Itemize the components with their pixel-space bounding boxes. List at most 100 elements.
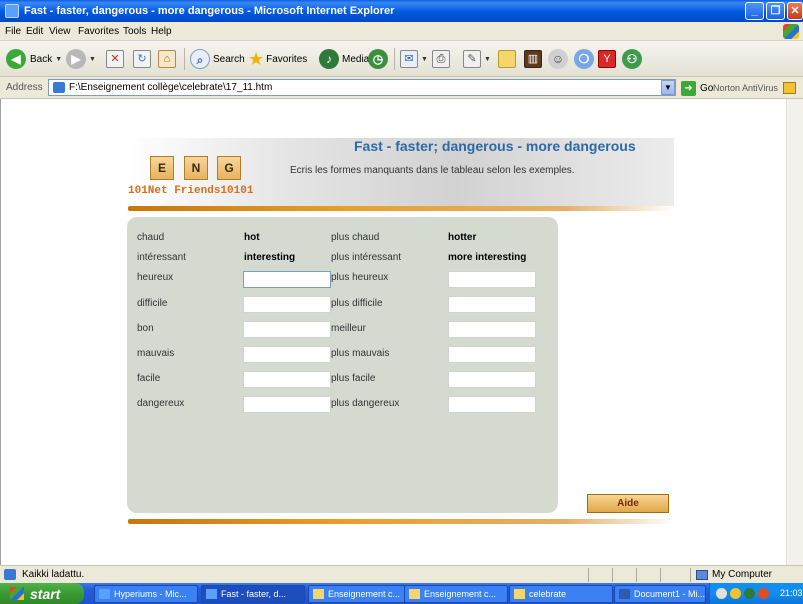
footer-divider — [128, 519, 674, 524]
go-button[interactable]: ➜ Go — [681, 80, 713, 96]
taskbar-item[interactable]: Enseignement c... — [308, 585, 412, 603]
example-en-comp: hotter — [448, 232, 477, 243]
answer-input-adjective[interactable] — [243, 371, 331, 388]
favorites-button[interactable]: ★ Favorites — [248, 48, 307, 70]
chevron-down-icon: ▼ — [89, 55, 96, 63]
taskbar-item-label: Hyperiums - Mic... — [114, 589, 187, 599]
tray-network-icon[interactable] — [744, 588, 755, 599]
messenger-button[interactable]: ☺ — [548, 48, 568, 70]
close-button[interactable]: ✕ — [787, 2, 803, 20]
row-fr: facile — [137, 373, 161, 384]
chevron-down-icon: ▼ — [421, 55, 428, 63]
example-en: hot — [244, 232, 260, 243]
norton-shield-icon — [782, 82, 796, 94]
edit-page-button[interactable]: ✎ ▼ — [463, 48, 491, 70]
answer-input-comparative[interactable] — [448, 346, 536, 363]
status-divider — [588, 568, 589, 582]
taskbar-item[interactable]: Enseignement c... — [404, 585, 508, 603]
chevron-down-icon: ▼ — [484, 55, 491, 63]
go-label: Go — [700, 82, 714, 94]
taskbar-item-label: Enseignement c... — [424, 589, 497, 599]
answer-input-comparative[interactable] — [448, 296, 536, 313]
menu-help[interactable]: Help — [151, 26, 172, 37]
tray-messenger-icon[interactable] — [758, 588, 769, 599]
address-input[interactable]: F:\Enseignement collège\celebrate\17_11.… — [48, 79, 676, 96]
mail-button[interactable]: ✉ ▼ — [400, 48, 428, 70]
menu-file[interactable]: File — [5, 26, 21, 37]
go-arrow-icon: ➜ — [681, 80, 696, 96]
folder-icon — [313, 589, 324, 599]
answer-input-adjective[interactable] — [243, 271, 331, 288]
menu-view[interactable]: View — [49, 26, 71, 37]
maximize-button[interactable]: ❐ — [766, 2, 785, 20]
taskbar-item-label: Fast - faster, d... — [221, 589, 287, 599]
print-button[interactable]: ⎙ — [432, 48, 450, 70]
addon-button[interactable]: Y — [598, 48, 616, 70]
home-icon: ⌂ — [158, 50, 176, 68]
answer-input-comparative[interactable] — [448, 321, 536, 338]
taskbar-item[interactable]: Fast - faster, d... — [201, 585, 305, 603]
page-icon — [53, 82, 65, 93]
addon-icon: Y — [598, 50, 616, 68]
search-icon: ⌕ — [190, 49, 210, 69]
row-fr-comp: plus mauvais — [331, 348, 390, 359]
brand-letter-n: N — [184, 156, 208, 180]
folder-button[interactable] — [498, 48, 516, 70]
history-button[interactable]: ◷ — [368, 48, 388, 70]
media-button[interactable]: ♪ Media — [319, 48, 369, 70]
example-en-comp: more interesting — [448, 252, 527, 263]
address-label: Address — [6, 82, 43, 93]
taskbar-item[interactable]: Document1 - Mi... — [614, 585, 706, 603]
address-bar: Address F:\Enseignement collège\celebrat… — [0, 77, 803, 99]
row-fr-comp: plus heureux — [331, 272, 389, 283]
research-button[interactable]: ▥ — [524, 48, 542, 70]
start-button[interactable]: start — [0, 583, 84, 604]
contacts-button[interactable]: ⚇ — [622, 48, 642, 70]
windows-logo-icon — [783, 24, 799, 39]
answer-input-comparative[interactable] — [448, 396, 536, 413]
status-divider — [660, 568, 661, 582]
menu-favorites[interactable]: Favorites — [78, 26, 119, 37]
back-button[interactable]: ◀ Back ▼ — [6, 48, 62, 70]
forward-button[interactable]: ▶ ▼ — [66, 48, 96, 70]
tray-antivirus-icon[interactable] — [730, 588, 741, 599]
answer-input-adjective[interactable] — [243, 396, 331, 413]
page-loaded-icon — [4, 569, 16, 580]
star-icon: ★ — [248, 48, 265, 69]
row-fr-comp: plus facile — [331, 373, 376, 384]
taskbar-item[interactable]: Hyperiums - Mic... — [94, 585, 198, 603]
minimize-button[interactable]: _ — [745, 2, 764, 20]
help-button[interactable]: Aide — [587, 494, 669, 513]
tray-arrow-icon[interactable] — [716, 588, 727, 599]
answer-input-comparative[interactable] — [448, 271, 536, 288]
instruction-text: Ecris les formes manquants dans le table… — [290, 165, 575, 176]
taskbar-item-label: Enseignement c... — [328, 589, 401, 599]
home-button[interactable]: ⌂ — [158, 48, 176, 70]
answer-input-adjective[interactable] — [243, 296, 331, 313]
start-label: start — [30, 585, 61, 602]
norton-toolbar[interactable]: Norton AntiVirus — [713, 82, 796, 94]
address-dropdown-button[interactable]: ▼ — [661, 80, 675, 95]
discuss-button[interactable]: ❍ — [574, 48, 594, 70]
answer-input-comparative[interactable] — [448, 371, 536, 388]
search-button[interactable]: ⌕ Search — [190, 48, 245, 70]
menu-edit[interactable]: Edit — [26, 26, 43, 37]
back-label: Back — [30, 53, 53, 65]
history-icon: ◷ — [368, 49, 388, 69]
row-fr: dangereux — [137, 398, 185, 409]
vertical-scrollbar[interactable] — [786, 99, 803, 565]
taskbar-item[interactable]: celebrate — [509, 585, 613, 603]
messenger-icon: ☺ — [548, 49, 568, 69]
title-bar: Fast - faster, dangerous - more dangerou… — [0, 0, 803, 22]
menu-tools[interactable]: Tools — [123, 26, 146, 37]
status-divider — [690, 568, 691, 582]
answer-input-adjective[interactable] — [243, 321, 331, 338]
windows-flag-icon — [10, 587, 24, 600]
status-text: Kaikki ladattu. — [22, 569, 85, 580]
answer-input-adjective[interactable] — [243, 346, 331, 363]
stop-button[interactable]: ✕ — [106, 48, 124, 70]
refresh-button[interactable]: ↻ — [133, 48, 151, 70]
computer-icon — [696, 569, 708, 580]
taskbar-item-label: Document1 - Mi... — [634, 589, 706, 599]
search-label: Search — [213, 53, 245, 65]
